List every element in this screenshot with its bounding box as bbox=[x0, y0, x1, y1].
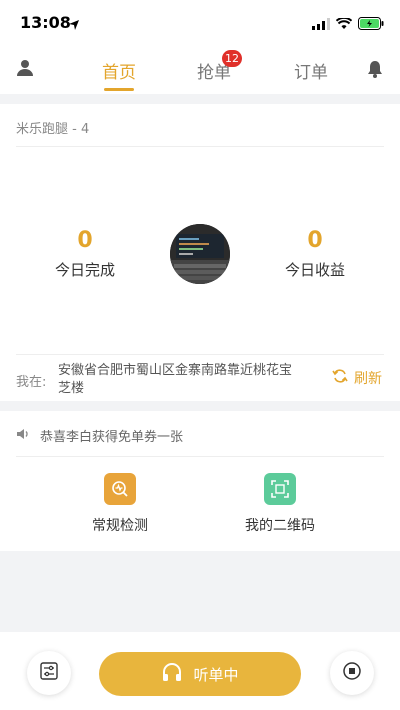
tab-home[interactable]: 首页 bbox=[89, 58, 149, 91]
headphones-icon bbox=[161, 662, 183, 686]
top-nav: 首页 抢单 12 订单 bbox=[0, 44, 400, 94]
wifi-icon bbox=[335, 15, 353, 34]
avatar[interactable] bbox=[170, 224, 230, 284]
qrcode-icon bbox=[264, 473, 296, 505]
refresh-label: 刷新 bbox=[354, 371, 382, 387]
dashboard-card: 米乐跑腿 - 4 0 今日完成 0 今日收益 我在: 安徽省合肥市蜀山区金寨南路… bbox=[0, 104, 400, 401]
settings-button[interactable] bbox=[27, 651, 71, 695]
completed-count: 0 bbox=[77, 228, 93, 253]
qrcode-label: 我的二维码 bbox=[245, 518, 315, 534]
qrcode-button[interactable]: 我的二维码 bbox=[220, 473, 340, 535]
status-time: 13:08 bbox=[20, 13, 71, 32]
location-arrow-icon bbox=[68, 16, 80, 35]
tab-home-label: 首页 bbox=[102, 63, 136, 83]
orders-badge: 12 bbox=[222, 50, 242, 67]
settings-sliders-icon bbox=[39, 661, 59, 685]
refresh-icon bbox=[332, 368, 348, 388]
speaker-icon bbox=[16, 428, 30, 444]
completed-label: 今日完成 bbox=[54, 261, 115, 279]
bottom-bar: 听单中 bbox=[0, 632, 400, 710]
earnings-label: 今日收益 bbox=[284, 261, 345, 279]
status-icons bbox=[312, 15, 384, 34]
listen-orders-button[interactable]: 听单中 bbox=[99, 652, 301, 696]
tools-card: 恭喜李白获得免单券一张 常规检测 我的二维码 bbox=[0, 411, 400, 551]
divider bbox=[16, 354, 384, 355]
store-name: 米乐跑腿 - 4 bbox=[16, 122, 90, 137]
tab-active-indicator bbox=[104, 88, 134, 91]
tab-orders[interactable]: 订单 bbox=[281, 58, 341, 83]
stop-icon bbox=[342, 661, 362, 685]
battery-icon bbox=[358, 15, 384, 34]
user-icon[interactable] bbox=[16, 59, 34, 81]
tab-orders-label: 订单 bbox=[294, 63, 328, 83]
bell-icon[interactable] bbox=[367, 60, 383, 82]
divider bbox=[16, 146, 384, 147]
refresh-button[interactable]: 刷新 bbox=[332, 368, 382, 388]
stat-completed: 0 今日完成 bbox=[25, 228, 145, 280]
signal-icon bbox=[312, 15, 330, 34]
status-bar: 13:08 bbox=[0, 0, 400, 44]
notice-bar: 恭喜李白获得免单券一张 bbox=[16, 426, 183, 445]
routine-check-button[interactable]: 常规检测 bbox=[60, 473, 180, 535]
detection-icon bbox=[104, 473, 136, 505]
earnings-amount: 0 bbox=[307, 228, 323, 253]
location-label: 我在: bbox=[16, 375, 47, 390]
listen-orders-label: 听单中 bbox=[193, 665, 239, 684]
notice-text: 恭喜李白获得免单券一张 bbox=[40, 430, 184, 445]
divider bbox=[16, 456, 384, 457]
stat-earnings: 0 今日收益 bbox=[255, 228, 375, 280]
routine-check-label: 常规检测 bbox=[92, 518, 148, 534]
location-address: 安徽省合肥市蜀山区金寨南路靠近桃花宝芝楼 bbox=[58, 363, 293, 396]
stop-button[interactable] bbox=[330, 651, 374, 695]
tab-grab-orders[interactable]: 抢单 12 bbox=[184, 50, 244, 83]
